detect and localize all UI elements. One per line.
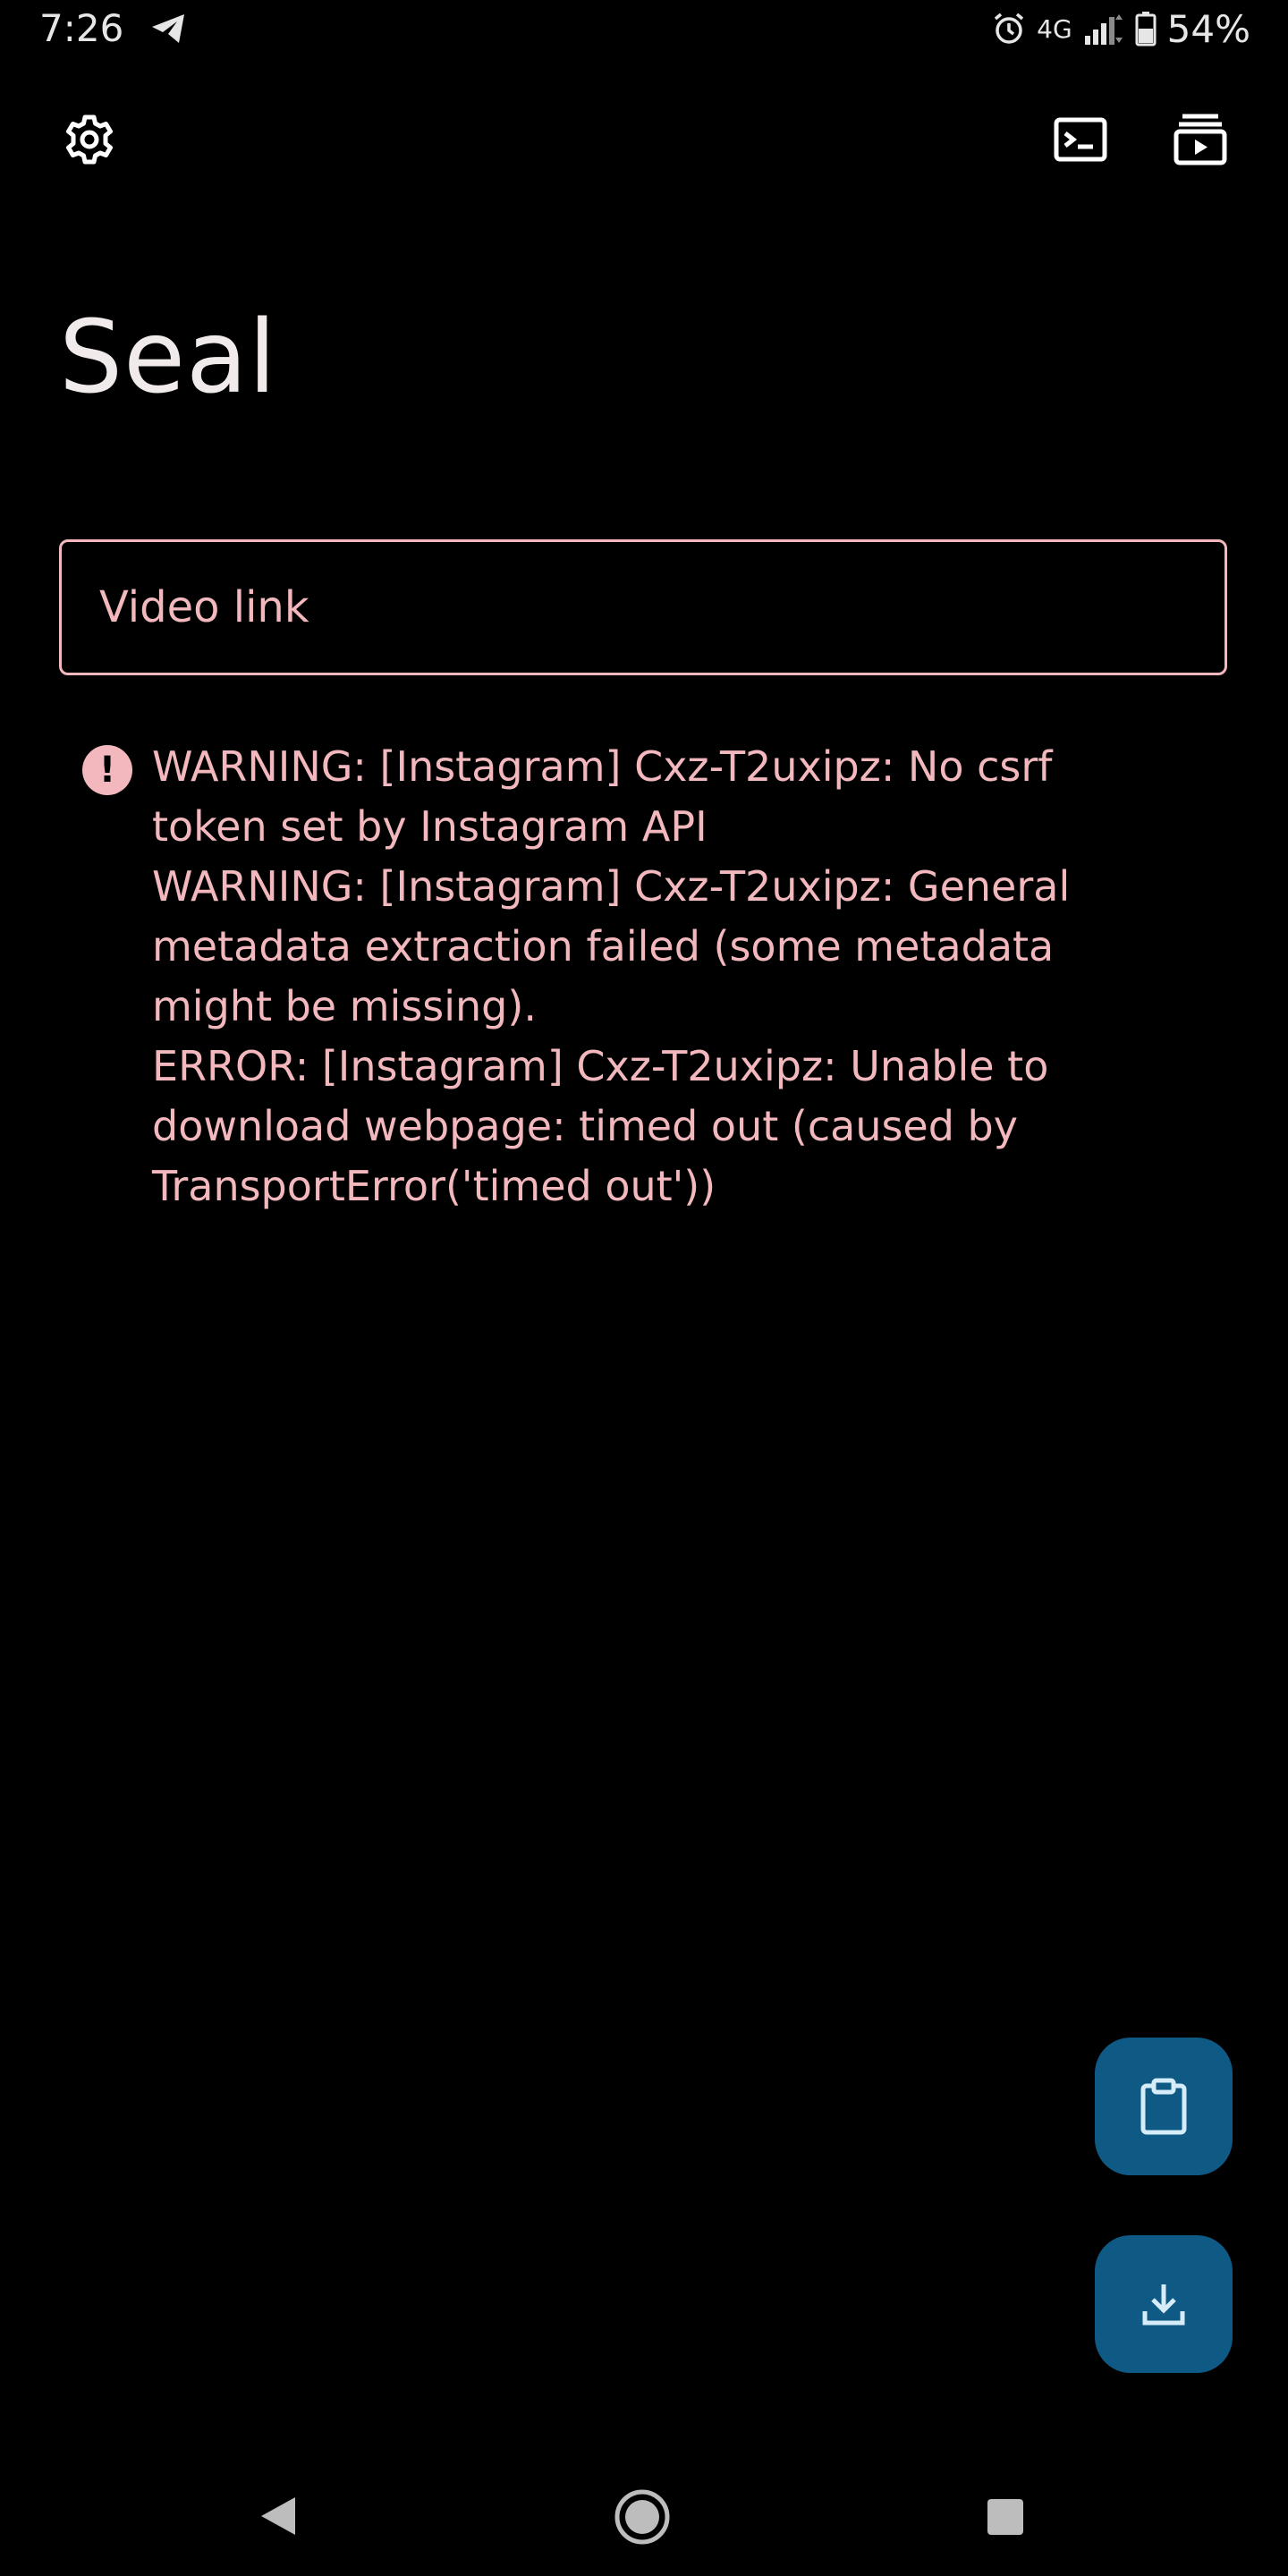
alarm-icon	[995, 13, 1024, 44]
error-line: token set by Instagram API	[152, 802, 708, 851]
error-line: download webpage: timed out (caused by	[152, 1102, 1018, 1150]
settings-button[interactable]	[54, 104, 125, 175]
error-line: metadata extraction failed (some metadat…	[152, 922, 1055, 970]
error-line: WARNING: [Instagram] Cxz-T2uxipz: Genera…	[152, 862, 1071, 911]
navigation-bar	[0, 2451, 1288, 2576]
terminal-icon	[1054, 117, 1107, 162]
error-line: ERROR: [Instagram] Cxz-T2uxipz: Unable t…	[152, 1042, 1049, 1090]
seal-home-screen: 7:26 4G 54% Seal Video link ! WARNING: […	[0, 0, 1288, 2576]
status-time: 7:26	[39, 6, 124, 50]
paste-link-button[interactable]	[1095, 2038, 1233, 2175]
error-line: might be missing).	[152, 982, 537, 1030]
recents-icon[interactable]	[986, 2497, 1025, 2537]
error-icon: !	[82, 745, 132, 795]
error-line: WARNING: [Instagram] Cxz-T2uxipz: No csr…	[152, 742, 1053, 791]
battery-icon	[1135, 12, 1157, 47]
status-icons: 4G 54%	[992, 5, 1250, 52]
video-link-input[interactable]	[62, 542, 1224, 673]
telegram-icon	[152, 14, 184, 43]
page-title: Seal	[59, 300, 277, 416]
status-bar: 7:26 4G 54%	[0, 0, 1288, 57]
download-icon	[1142, 2284, 1185, 2326]
download-queue-icon	[1174, 114, 1227, 165]
error-line: TransportError('timed out'))	[152, 1162, 716, 1210]
download-queue-button[interactable]	[1165, 104, 1236, 175]
video-link-field[interactable]	[59, 539, 1227, 675]
home-icon[interactable]	[614, 2488, 671, 2546]
terminal-button[interactable]	[1045, 104, 1116, 175]
error-message: WARNING: [Instagram] Cxz-T2uxipz: No csr…	[152, 737, 1225, 1216]
signal-icon	[1084, 14, 1123, 45]
battery-level: 54%	[1166, 6, 1250, 51]
network-type: 4G	[1037, 13, 1072, 44]
gear-icon	[66, 114, 113, 165]
back-icon[interactable]	[256, 2494, 301, 2538]
clipboard-icon	[1140, 2078, 1187, 2135]
download-button[interactable]	[1095, 2235, 1233, 2373]
